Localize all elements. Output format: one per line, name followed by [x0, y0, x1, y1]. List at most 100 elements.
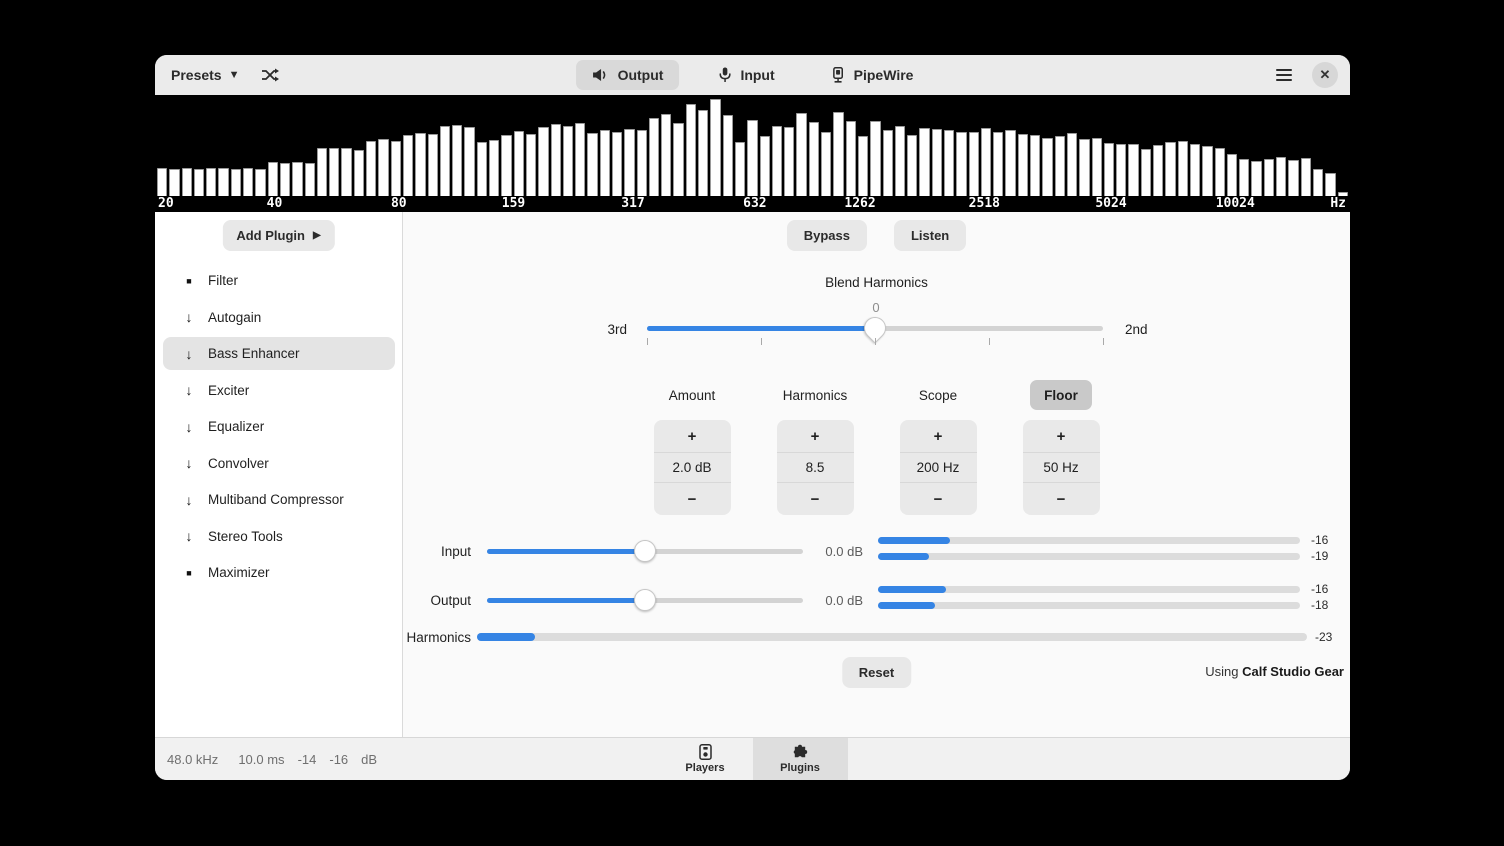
spin-value[interactable]: 200 Hz	[900, 452, 977, 483]
square-icon: ■	[181, 276, 197, 286]
spin-value[interactable]: 8.5	[777, 452, 854, 483]
spectrum-bar	[1141, 149, 1151, 196]
spectrum-bar	[452, 125, 462, 196]
arrow-down-icon: ↓	[181, 528, 197, 544]
plugin-item-label: Multiband Compressor	[208, 492, 344, 507]
output-meter-value: -18	[1311, 598, 1343, 612]
input-gain-slider[interactable]	[487, 549, 803, 554]
input-slider-handle[interactable]	[634, 540, 656, 562]
decrement-button[interactable]: −	[654, 483, 731, 515]
spectrum-bar	[305, 163, 315, 196]
spectrum-bar	[587, 133, 597, 196]
sidebar-item-stereo-tools[interactable]: ↓Stereo Tools	[163, 520, 395, 553]
headerbar: Presets ▼ Output	[155, 55, 1350, 95]
tab-pipewire[interactable]: PipeWire	[815, 60, 930, 90]
decrement-button[interactable]: −	[777, 483, 854, 515]
add-plugin-label: Add Plugin	[236, 228, 305, 243]
control-label: Harmonics	[783, 380, 848, 410]
tab-plugins-label: Plugins	[780, 762, 820, 774]
tab-players-label: Players	[685, 762, 724, 774]
tab-input[interactable]: Input	[703, 60, 790, 90]
sidebar-item-bass-enhancer[interactable]: ↓Bass Enhancer	[163, 337, 395, 370]
status-line: 48.0 kHz 10.0 ms -14 -16 dB	[167, 738, 377, 780]
spectrum-bar	[464, 127, 474, 196]
spectrum-bar	[907, 135, 917, 196]
decrement-button[interactable]: −	[900, 483, 977, 515]
sidebar-item-equalizer[interactable]: ↓Equalizer	[163, 410, 395, 443]
spectrum-bar	[218, 168, 228, 196]
shuffle-button[interactable]	[261, 68, 279, 82]
latency-value: 10.0 ms	[238, 752, 284, 767]
sidebar-item-convolver[interactable]: ↓Convolver	[163, 447, 395, 480]
reset-button[interactable]: Reset	[842, 657, 911, 688]
spectrum-bar	[1092, 138, 1102, 196]
sidebar-item-exciter[interactable]: ↓Exciter	[163, 374, 395, 407]
spectrum-bar	[551, 124, 561, 196]
blend-harmonics-slider[interactable]	[647, 326, 1103, 331]
spectrum-bar	[415, 133, 425, 196]
output-gain-label: Output	[403, 593, 471, 608]
plugin-list: ■ Filter ↓Autogain↓Bass Enhancer ↓Exciter↓E…	[163, 264, 395, 593]
output-slider-handle[interactable]	[634, 589, 656, 611]
parameter-controls: Amount+2.0 dB−Harmonics+8.5−Scope+200 Hz…	[403, 380, 1350, 515]
increment-button[interactable]: +	[777, 420, 854, 452]
spectrum-bar	[378, 139, 388, 196]
microphone-icon	[719, 67, 731, 83]
sidebar-item-multiband-compressor[interactable]: ↓Multiband Compressor	[163, 483, 395, 516]
frequency-tick-label: 317	[621, 196, 644, 211]
increment-button[interactable]: +	[1023, 420, 1100, 452]
spectrum-bar	[428, 134, 438, 196]
close-button[interactable]: ✕	[1312, 62, 1338, 88]
hamburger-menu-button[interactable]	[1276, 69, 1292, 81]
credits-text: Using Calf Studio Gear	[1205, 664, 1344, 679]
spectrum-bar	[796, 113, 806, 196]
spin-value[interactable]: 2.0 dB	[654, 452, 731, 483]
bottombar: 48.0 kHz 10.0 ms -14 -16 dB Players	[155, 737, 1350, 780]
sidebar-item-autogain[interactable]: ↓Autogain	[163, 301, 395, 334]
add-plugin-button[interactable]: Add Plugin ▶	[222, 220, 334, 251]
harmonics-meter-label: Harmonics	[403, 630, 471, 645]
spectrum-bar	[366, 141, 376, 196]
spectrum-bar	[403, 135, 413, 196]
spectrum-bar	[600, 130, 610, 196]
tab-plugins[interactable]: Plugins	[753, 738, 848, 780]
decrement-button[interactable]: −	[1023, 483, 1100, 515]
output-meter-value: -16	[1311, 582, 1343, 596]
spectrum-bar	[514, 131, 524, 196]
spectrum-bar	[870, 121, 880, 196]
tab-output[interactable]: Output	[576, 60, 680, 90]
frequency-tick-label: 20	[158, 196, 174, 211]
spectrum-bar	[526, 134, 536, 196]
output-gain-slider[interactable]	[487, 598, 803, 603]
harmonics-level-meter	[477, 633, 1307, 641]
increment-button[interactable]: +	[654, 420, 731, 452]
spectrum-bar	[1165, 142, 1175, 196]
spectrum-bar	[575, 123, 585, 196]
sidebar-item-filter[interactable]: ■ Filter	[163, 264, 395, 297]
control-harmonics: Harmonics +8.5−	[777, 380, 854, 515]
spectrum-bar	[1215, 148, 1225, 197]
spectrum-bar	[1153, 145, 1163, 196]
input-level-meter	[878, 553, 1300, 560]
close-icon: ✕	[1320, 67, 1331, 83]
blend-harmonics-title: Blend Harmonics	[403, 275, 1350, 290]
control-toggle-floor[interactable]: Floor	[1030, 380, 1092, 410]
spectrum-bar	[391, 141, 401, 196]
spectrum-bar	[1178, 141, 1188, 196]
plugin-item-label: Filter	[208, 273, 238, 288]
spectrum-bar	[169, 169, 179, 196]
increment-button[interactable]: +	[900, 420, 977, 452]
tab-players[interactable]: Players	[658, 738, 753, 780]
using-value: Calf Studio Gear	[1242, 664, 1344, 679]
frequency-tick-label: 40	[267, 196, 283, 211]
control-label: Amount	[669, 380, 716, 410]
output-gain-value: 0.0 dB	[811, 593, 863, 608]
spin-value[interactable]: 50 Hz	[1023, 452, 1100, 483]
frequency-tick-label: 80	[391, 196, 407, 211]
shuffle-icon	[261, 68, 279, 82]
listen-button[interactable]: Listen	[894, 220, 966, 251]
sidebar-item-maximizer[interactable]: ■Maximizer	[163, 556, 395, 589]
bypass-button[interactable]: Bypass	[787, 220, 867, 251]
chevron-right-icon: ▶	[313, 230, 321, 241]
presets-menu-button[interactable]: Presets ▼	[171, 67, 239, 83]
